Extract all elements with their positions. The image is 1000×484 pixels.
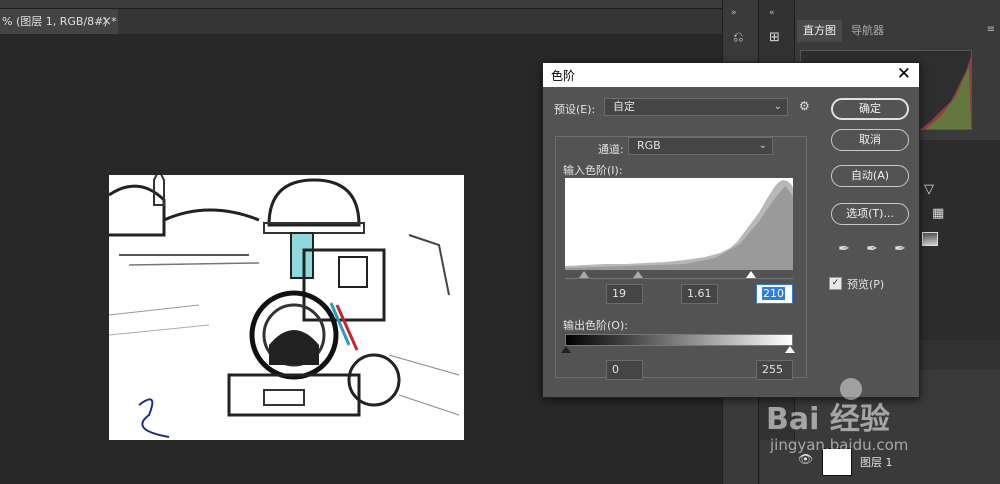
panel-menu-icon[interactable]: ≡ xyxy=(987,24,995,35)
output-white-slider[interactable] xyxy=(785,346,795,353)
output-levels-label: 输出色阶(O): xyxy=(563,319,628,332)
gear-icon[interactable]: ⚙ xyxy=(799,99,810,113)
document-tab[interactable]: % (图层 1, RGB/8#) * × xyxy=(0,9,118,34)
layer-thumbnail xyxy=(822,448,852,476)
collapse-icon[interactable]: » xyxy=(731,8,737,18)
eye-icon[interactable]: 👁 xyxy=(798,452,813,466)
preview-label: 预览(P) xyxy=(847,278,885,291)
preset-label: 预设(E): xyxy=(554,103,596,116)
layer-name: 图层 1 xyxy=(860,456,893,469)
preset-value: 自定 xyxy=(613,100,635,113)
input-white-slider[interactable] xyxy=(746,271,756,278)
dialog-title: 色阶 xyxy=(551,69,576,83)
document-tab-title: % (图层 1, RGB/8#) * xyxy=(2,15,117,28)
layer-row[interactable]: 👁 图层 1 xyxy=(760,440,1000,484)
preset-select[interactable]: 自定 ⌄ xyxy=(604,98,788,116)
chevron-down-icon: ⌄ xyxy=(773,101,782,112)
dialog-titlebar: 色阶 ✕ xyxy=(543,63,919,87)
close-tab-icon[interactable]: × xyxy=(101,9,112,34)
output-gradient xyxy=(565,334,793,346)
expand-icon[interactable]: « xyxy=(769,8,775,18)
application-bar xyxy=(0,0,722,9)
triangle-down-icon[interactable]: ▽ xyxy=(924,182,934,197)
white-eyedropper-icon[interactable]: ✒ xyxy=(891,240,909,258)
black-eyedropper-icon[interactable]: ✒ xyxy=(835,240,853,258)
input-histogram xyxy=(565,178,793,270)
input-gamma-field[interactable]: 1.61 xyxy=(681,284,718,304)
output-white-field[interactable]: 255 xyxy=(756,360,793,380)
input-slider-track xyxy=(565,278,793,279)
channel-select[interactable]: RGB ⌄ xyxy=(628,137,773,155)
clone-source-icon[interactable]: ⊞ xyxy=(769,30,780,45)
gray-eyedropper-icon[interactable]: ✒ xyxy=(863,240,881,258)
close-icon[interactable]: ✕ xyxy=(897,64,911,84)
tab-histogram[interactable]: 直方图 xyxy=(797,20,842,42)
input-levels-label: 输入色阶(I): xyxy=(563,164,623,177)
chevron-down-icon: ⌄ xyxy=(758,140,767,151)
channel-value: RGB xyxy=(637,139,661,152)
train-line-art xyxy=(109,175,464,440)
input-gamma-slider[interactable] xyxy=(633,271,643,278)
gradient-map-icon[interactable] xyxy=(922,232,938,246)
output-black-slider[interactable] xyxy=(561,346,571,353)
input-white-value: 210 xyxy=(762,287,785,300)
canvas-image[interactable] xyxy=(109,175,464,440)
output-black-field[interactable]: 0 xyxy=(606,360,643,380)
channel-label: 通道: xyxy=(595,141,627,157)
history-icon[interactable]: ⎌ xyxy=(733,30,743,45)
preview-checkbox[interactable]: ✓ xyxy=(829,277,842,290)
auto-button[interactable]: 自动(A) xyxy=(831,165,909,187)
cancel-button[interactable]: 取消 xyxy=(831,129,909,151)
tab-navigator[interactable]: 导航器 xyxy=(845,20,890,42)
grid-icon[interactable]: ▦ xyxy=(932,206,944,221)
histogram-graph xyxy=(565,180,793,270)
options-button[interactable]: 选项(T)... xyxy=(831,203,909,225)
input-white-field[interactable]: 210 xyxy=(756,284,793,304)
levels-dialog: 色阶 ✕ 预设(E): 自定 ⌄ ⚙ 通道: RGB ⌄ 输入色阶(I): 19… xyxy=(542,62,920,398)
input-black-field[interactable]: 19 xyxy=(606,284,643,304)
adjustments-panel: ▽ ▦ xyxy=(920,140,1000,340)
ok-button[interactable]: 确定 xyxy=(831,98,909,120)
input-black-slider[interactable] xyxy=(579,271,589,278)
tab-strip xyxy=(118,9,722,34)
